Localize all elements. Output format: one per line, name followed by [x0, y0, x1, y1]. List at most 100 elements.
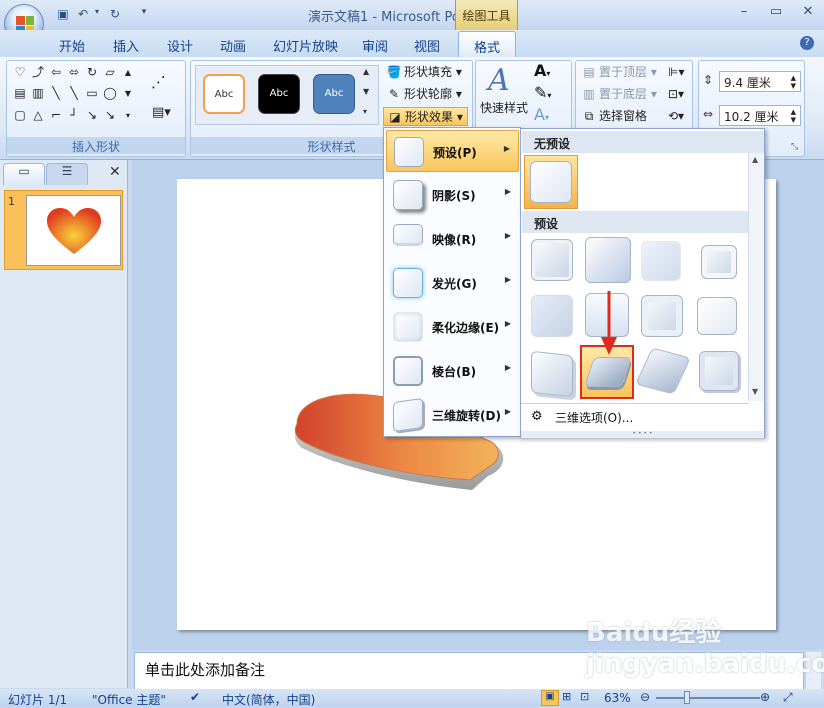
text-outline-icon[interactable]: ✎▾ [534, 83, 551, 102]
tab-design[interactable]: 设计 [167, 34, 193, 56]
resize-grip-icon[interactable]: • • • • [521, 431, 764, 438]
undo-icon[interactable]: ↶ [74, 7, 92, 23]
redo-icon[interactable]: ↻ [106, 7, 124, 23]
tab-outline[interactable]: ☰ [46, 163, 88, 185]
preset-9-tile[interactable] [531, 350, 573, 398]
tab-slides[interactable]: ▭ [3, 163, 45, 185]
style-scroll-up-icon[interactable]: ▲ [363, 67, 369, 76]
fit-to-window-icon[interactable]: ⤢ [783, 690, 793, 705]
style-swatch-blue[interactable]: Abc [313, 74, 355, 114]
preset-5-tile[interactable] [531, 295, 573, 337]
tab-slideshow[interactable]: 幻灯片放映 [273, 34, 338, 56]
zoom-slider-thumb[interactable] [684, 691, 690, 704]
help-icon[interactable]: ? [800, 36, 814, 50]
preset-12-tile[interactable] [699, 351, 739, 391]
preset-scrollbar[interactable]: ▲ ▼ [748, 153, 764, 401]
zoom-in-icon[interactable]: ⊕ [760, 690, 770, 704]
line-arrow-shape-icon[interactable]: ↘ [83, 108, 101, 123]
menu-item-preset[interactable]: 预设(P) ▶ [386, 130, 519, 172]
shape-outline-button[interactable]: ✎ 形状轮廓 ▾ [383, 85, 462, 104]
circular-arrow-shape-icon[interactable]: ↻ [83, 65, 101, 80]
triangle-shape-icon[interactable]: △ [29, 108, 47, 123]
scroll-up-icon[interactable]: ▲ [752, 155, 758, 164]
shape-gallery[interactable]: ♡ ⤴ ⇦ ⬄ ↻ ▱ ▲ ▤ ▥ ╲ ╲ ▭ ◯ ▼ ▢ △ ⌐ ┘ ↘ ↘ … [11, 65, 139, 125]
quick-styles-icon[interactable]: A [488, 63, 510, 98]
left-arrow-shape-icon[interactable]: ⇦ [47, 65, 65, 80]
zoom-level[interactable]: 63% [604, 691, 631, 705]
selection-pane-button[interactable]: ⧉ 选择窗格 [578, 107, 647, 126]
save-icon[interactable]: ▣ [54, 7, 72, 23]
line-shape-icon[interactable]: ╲ [47, 86, 65, 101]
zoom-out-icon[interactable]: ⊖ [640, 690, 650, 704]
gallery-more-icon[interactable]: ▾ [119, 108, 137, 123]
slide-thumbnail[interactable]: 1 [4, 190, 123, 270]
shape-fill-button[interactable]: 🪣 形状填充 ▾ [383, 63, 462, 82]
group-icon[interactable]: ⊡▾ [668, 87, 684, 101]
line-shape-icon-2[interactable]: ╲ [65, 86, 83, 101]
spell-check-icon[interactable]: ✔ [190, 690, 200, 704]
gallery-up-icon[interactable]: ▲ [119, 65, 137, 80]
line-arrow-shape-icon-2[interactable]: ↘ [101, 108, 119, 123]
slide-sorter-icon[interactable]: ⊞ [562, 690, 571, 703]
scroll-down-icon[interactable]: ▼ [752, 387, 758, 396]
edit-shape-icon[interactable]: ⋰ [151, 73, 166, 91]
preset-11-tile[interactable] [635, 347, 691, 395]
preset-4-tile[interactable] [701, 245, 737, 279]
undo-dropdown-icon[interactable]: ▾ [92, 7, 102, 23]
customize-qat-icon[interactable]: ▾ [138, 7, 150, 23]
3d-options-item[interactable]: ⚙ 三维选项(O)... [525, 407, 751, 429]
left-right-arrow-shape-icon[interactable]: ⬄ [65, 65, 83, 80]
slideshow-view-icon[interactable]: ⊡ [580, 690, 589, 703]
text-box-button-icon[interactable]: ▤▾ [152, 105, 171, 120]
bring-to-front-button[interactable]: ▤ 置于顶层 ▾ [578, 63, 657, 82]
elbow-connector-shape-icon[interactable]: ⌐ [47, 108, 65, 123]
normal-view-icon[interactable]: ▣ [541, 690, 559, 706]
width-input[interactable]: 10.2 厘米 ▲ ▼ [719, 105, 801, 126]
tab-format[interactable]: 格式 [458, 31, 516, 58]
rectangle-shape-icon[interactable]: ▭ [83, 86, 101, 101]
style-swatch-black[interactable]: Abc [258, 74, 300, 114]
align-icon[interactable]: ⊫▾ [668, 65, 684, 79]
tab-view[interactable]: 视图 [414, 34, 440, 56]
text-box-shape-icon[interactable]: ▤ [11, 86, 29, 101]
menu-item-bevel[interactable]: 棱台(B) ▶ [386, 350, 519, 392]
text-fill-icon[interactable]: A▾ [534, 61, 550, 80]
preset-8-tile[interactable] [697, 297, 737, 335]
quick-styles-label[interactable]: 快速样式 [480, 99, 528, 116]
parallelogram-shape-icon[interactable]: ▱ [101, 65, 119, 80]
bent-arrow-shape-icon[interactable]: ⤴ [29, 65, 47, 80]
tab-animation[interactable]: 动画 [220, 34, 246, 56]
close-pane-icon[interactable]: ✕ [109, 164, 121, 180]
menu-item-shadow[interactable]: 阴影(S) ▶ [386, 174, 519, 216]
tab-home[interactable]: 开始 [59, 34, 85, 56]
menu-item-glow[interactable]: 发光(G) ▶ [386, 262, 519, 304]
elbow-connector-shape-icon-2[interactable]: ┘ [65, 108, 83, 123]
restore-icon[interactable]: ▭ [763, 4, 789, 22]
preset-1-tile[interactable] [531, 239, 573, 281]
menu-item-reflection[interactable]: 映像(R) ▶ [386, 218, 519, 260]
preset-2-tile[interactable] [585, 237, 631, 283]
close-icon[interactable]: ✕ [795, 4, 821, 22]
rotate-icon[interactable]: ⟲▾ [668, 109, 684, 123]
vertical-text-box-shape-icon[interactable]: ▥ [29, 86, 47, 101]
style-scroll-down-icon[interactable]: ▼ [363, 87, 369, 96]
send-to-back-button[interactable]: ▥ 置于底层 ▾ [578, 85, 657, 104]
tab-review[interactable]: 审阅 [362, 34, 388, 56]
size-dialog-launcher-icon[interactable]: ⤡ [791, 142, 798, 152]
menu-item-soft-edges[interactable]: 柔化边缘(E) ▶ [386, 306, 519, 348]
tab-insert[interactable]: 插入 [113, 34, 139, 56]
style-swatch-orange-outline[interactable]: Abc [203, 74, 245, 114]
height-input[interactable]: 9.4 厘米 ▲ ▼ [719, 71, 801, 92]
rounded-rectangle-shape-icon[interactable]: ▢ [11, 108, 29, 123]
oval-shape-icon[interactable]: ◯ [101, 86, 119, 101]
no-preset-tile[interactable] [524, 155, 578, 209]
shape-effects-button[interactable]: ◪ 形状效果 ▾ [383, 107, 468, 126]
text-effects-icon[interactable]: A▾ [534, 105, 549, 124]
style-more-icon[interactable]: ▾ [363, 107, 367, 116]
gallery-down-icon[interactable]: ▼ [119, 86, 137, 101]
minimize-icon[interactable]: – [731, 4, 757, 22]
preset-7-tile[interactable] [641, 295, 683, 337]
menu-item-3d-rotation[interactable]: 三维旋转(D) ▶ [386, 394, 519, 436]
preset-3-tile[interactable] [641, 241, 681, 281]
zoom-slider-track[interactable] [656, 697, 760, 699]
